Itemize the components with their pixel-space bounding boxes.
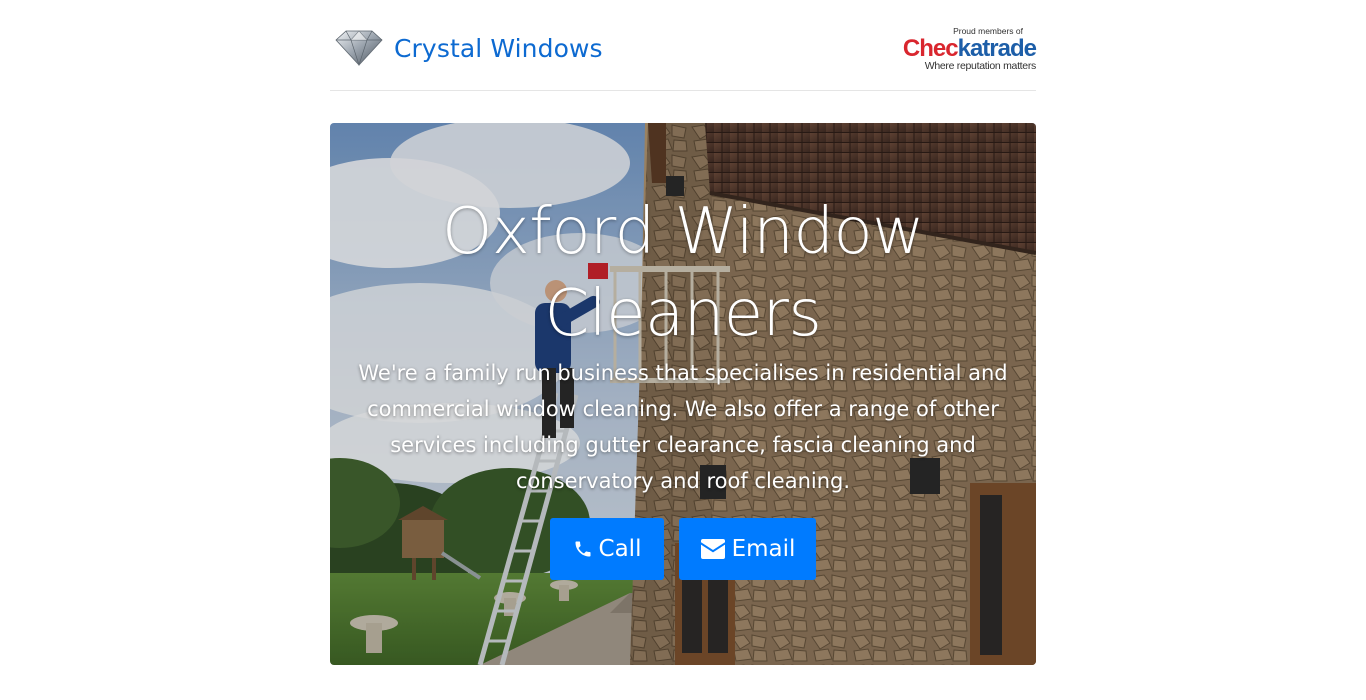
checkatrade-wordmark-blue: atrade [969,35,1037,62]
checkatrade-tagline: Where reputation matters [924,60,1037,72]
page-container: Crystal Windows Proud members of Checkat… [330,0,1037,665]
checkatrade-badge[interactable]: Proud members of Checkatrade Where reput… [900,24,1037,74]
hero-jumbotron: Oxford Window Cleaners We're a family ru… [330,123,1036,665]
checkatrade-wordmark: Checkatrade [902,35,1037,62]
call-button-label: Call [598,536,642,562]
email-button[interactable]: Email [679,518,816,580]
hero-lead: We're a family run business that special… [358,361,1008,493]
checkatrade-wordmark-tick: k [957,35,971,62]
call-button[interactable]: Call [550,518,664,580]
phone-icon [575,541,591,557]
hero-title: Oxford Window Cleaners [442,195,924,351]
envelope-icon [700,539,725,559]
diamond-icon [335,30,383,67]
brand-name: Crystal Windows [394,33,603,63]
checkatrade-wordmark-red: Chec [902,35,959,62]
site-header: Crystal Windows Proud members of Checkat… [330,0,1037,91]
email-button-label: Email [731,536,796,562]
brand-link[interactable]: Crystal Windows [332,28,603,68]
